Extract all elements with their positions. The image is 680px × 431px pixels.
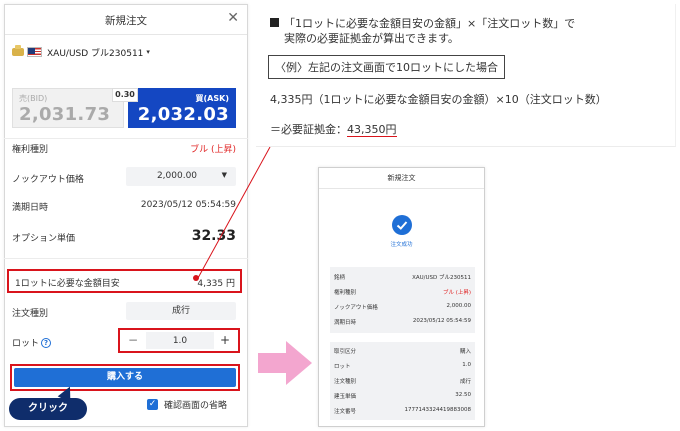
buy-button-highlight: 購入する bbox=[10, 364, 240, 391]
formula-text: 4,335円（1ロットに必要な金額目安の金額）×10（注文ロット数） bbox=[270, 93, 607, 106]
explanation-line-2: 実際の必要証拠金が算出できます。 bbox=[284, 32, 459, 45]
option-price-label: オプション単価 bbox=[12, 234, 76, 244]
success-info-value: XAU/USD ブル230511 bbox=[412, 275, 471, 281]
explanation-line-1: 「1ロットに必要な金額目安の金額」×「注文ロット数」で bbox=[270, 15, 575, 31]
required-amount-highlight: 1ロットに必要な金額目安 4,335 円 bbox=[7, 269, 242, 293]
skip-confirm-option[interactable]: ✓ 確認画面の省略 bbox=[147, 398, 227, 411]
ask-price-button[interactable]: 買(ASK) 2,032.03 bbox=[128, 88, 236, 128]
divider bbox=[4, 138, 248, 139]
lot-decrease-button[interactable]: − bbox=[123, 331, 143, 350]
result-line: ＝必要証拠金：43,350円 bbox=[270, 121, 397, 137]
success-info-value: 2023/05/12 05:54:59 bbox=[412, 318, 471, 324]
example-box: 〈例〉左記の注文画面で10ロットにした場合 bbox=[268, 55, 505, 79]
success-info-key: 建玉単価 bbox=[334, 394, 357, 400]
skip-confirm-label: 確認画面の省略 bbox=[164, 401, 228, 411]
lot-stepper: − + bbox=[118, 328, 240, 353]
symbol-selector[interactable]: XAU/USD ブル230511 ▾ bbox=[12, 44, 150, 60]
success-info-key: ロット bbox=[334, 364, 351, 370]
help-icon[interactable]: ? bbox=[41, 337, 52, 348]
ask-label: 買(ASK) bbox=[195, 94, 229, 103]
success-info-row: 銘柄 XAU/USD ブル230511 bbox=[334, 273, 471, 281]
required-amount-value: 4,335 円 bbox=[197, 279, 235, 289]
order-info-box: 銘柄 XAU/USD ブル230511 権利種別 ブル (上昇) ノックアウト価格 2,0… bbox=[330, 267, 475, 333]
gold-bar-icon bbox=[12, 45, 24, 56]
success-info-row: 満期日時 2023/05/12 05:54:59 bbox=[334, 318, 471, 326]
order-success-panel: 新規注文 注文成功 銘柄 XAU/USD ブル230511 権利種別 ブル (上昇) ノ… bbox=[318, 167, 485, 427]
success-info-row: 権利種別 ブル (上昇) bbox=[334, 288, 471, 296]
lot-label-group: ロット ? bbox=[12, 336, 52, 349]
divider bbox=[4, 258, 248, 259]
success-info-row: 取引区分 購入 bbox=[334, 347, 471, 355]
order-panel-title: 新規注文 bbox=[105, 15, 147, 27]
success-info-row: ロット 1.0 bbox=[334, 362, 471, 370]
us-flag-icon bbox=[27, 47, 42, 57]
option-price-value: 32.33 bbox=[191, 228, 236, 244]
lot-label: ロット bbox=[12, 339, 40, 349]
success-info-key: 権利種別 bbox=[334, 290, 357, 296]
knockout-price-value: 2,000.00 bbox=[156, 171, 198, 181]
success-info-key: 注文種別 bbox=[334, 379, 357, 385]
explanation-text-1: 「1ロットに必要な金額目安の金額」×「注文ロット数」で bbox=[284, 17, 576, 30]
knockout-price-label: ノックアウト価格 bbox=[12, 175, 84, 185]
lot-input[interactable] bbox=[146, 332, 214, 349]
close-icon[interactable]: ✕ bbox=[227, 11, 239, 25]
check-circle-icon bbox=[392, 215, 412, 235]
success-info-value: 1.0 bbox=[462, 362, 471, 368]
bid-price-button[interactable]: 売(BID) 2,031.73 bbox=[12, 88, 124, 128]
expiry-label: 満期日時 bbox=[12, 203, 49, 213]
result-prefix: ＝必要証拠金： bbox=[270, 123, 347, 136]
expiry-value: 2023/05/12 05:54:59 bbox=[140, 200, 236, 210]
lot-increase-button[interactable]: + bbox=[215, 331, 235, 350]
required-amount-label: 1ロットに必要な金額目安 bbox=[15, 279, 120, 289]
right-type-label: 権利種別 bbox=[12, 145, 49, 155]
success-panel-title: 新規注文 bbox=[319, 168, 484, 189]
success-info-key: 注文番号 bbox=[334, 409, 357, 415]
success-info-row: 建玉単価 32.50 bbox=[334, 392, 471, 400]
success-info-row: 注文番号 1777143324419883008 bbox=[334, 407, 471, 415]
spread-badge: 0.30 bbox=[112, 88, 138, 102]
checkbox-checked-icon[interactable]: ✓ bbox=[147, 399, 158, 410]
caret-down-icon: ▼ bbox=[221, 171, 227, 179]
success-info-row: 注文種別 成行 bbox=[334, 377, 471, 385]
success-info-value: 2,000.00 bbox=[446, 303, 472, 309]
symbol-name: XAU/USD ブル230511 bbox=[47, 48, 144, 59]
trade-info-box: 取引区分 購入ロット 1.0 注文種別 成行建玉単価 32.50 注文番号 177714332… bbox=[330, 342, 475, 420]
success-info-value: ブル (上昇) bbox=[442, 290, 471, 296]
bid-label: 売(BID) bbox=[19, 94, 48, 103]
caret-down-icon: ▾ bbox=[146, 48, 150, 56]
order-type-label: 注文種別 bbox=[12, 309, 49, 319]
success-info-value: 購入 bbox=[459, 349, 471, 355]
success-info-key: 銘柄 bbox=[334, 275, 346, 281]
black-square-icon bbox=[270, 18, 279, 27]
success-info-key: 満期日時 bbox=[334, 320, 357, 326]
connector-dot bbox=[193, 275, 199, 281]
success-info-value: 成行 bbox=[459, 379, 471, 385]
success-info-value: 32.50 bbox=[455, 392, 471, 398]
success-info-key: ノックアウト価格 bbox=[334, 305, 378, 311]
order-success-text: 注文成功 bbox=[390, 242, 413, 248]
order-type-value: 成行 bbox=[126, 302, 236, 320]
knockout-price-select[interactable]: 2,000.00 ▼ bbox=[126, 167, 236, 186]
explanation-panel: 「1ロットに必要な金額目安の金額」×「注文ロット数」で 実際の必要証拠金が算出で… bbox=[256, 4, 676, 147]
success-info-row: ノックアウト価格 2,000.00 bbox=[334, 303, 471, 311]
pink-arrow-icon bbox=[258, 341, 312, 385]
buy-button[interactable]: 購入する bbox=[14, 368, 236, 387]
bid-value: 2,031.73 bbox=[19, 104, 111, 125]
success-info-key: 取引区分 bbox=[334, 349, 357, 355]
click-callout: クリック bbox=[9, 398, 87, 420]
ask-value: 2,032.03 bbox=[137, 104, 229, 125]
right-type-value: ブル (上昇) bbox=[190, 145, 236, 155]
result-value: 43,350円 bbox=[347, 123, 397, 137]
order-panel-header: 新規注文 ✕ bbox=[5, 5, 247, 35]
success-info-value: 1777143324419883008 bbox=[404, 407, 472, 413]
